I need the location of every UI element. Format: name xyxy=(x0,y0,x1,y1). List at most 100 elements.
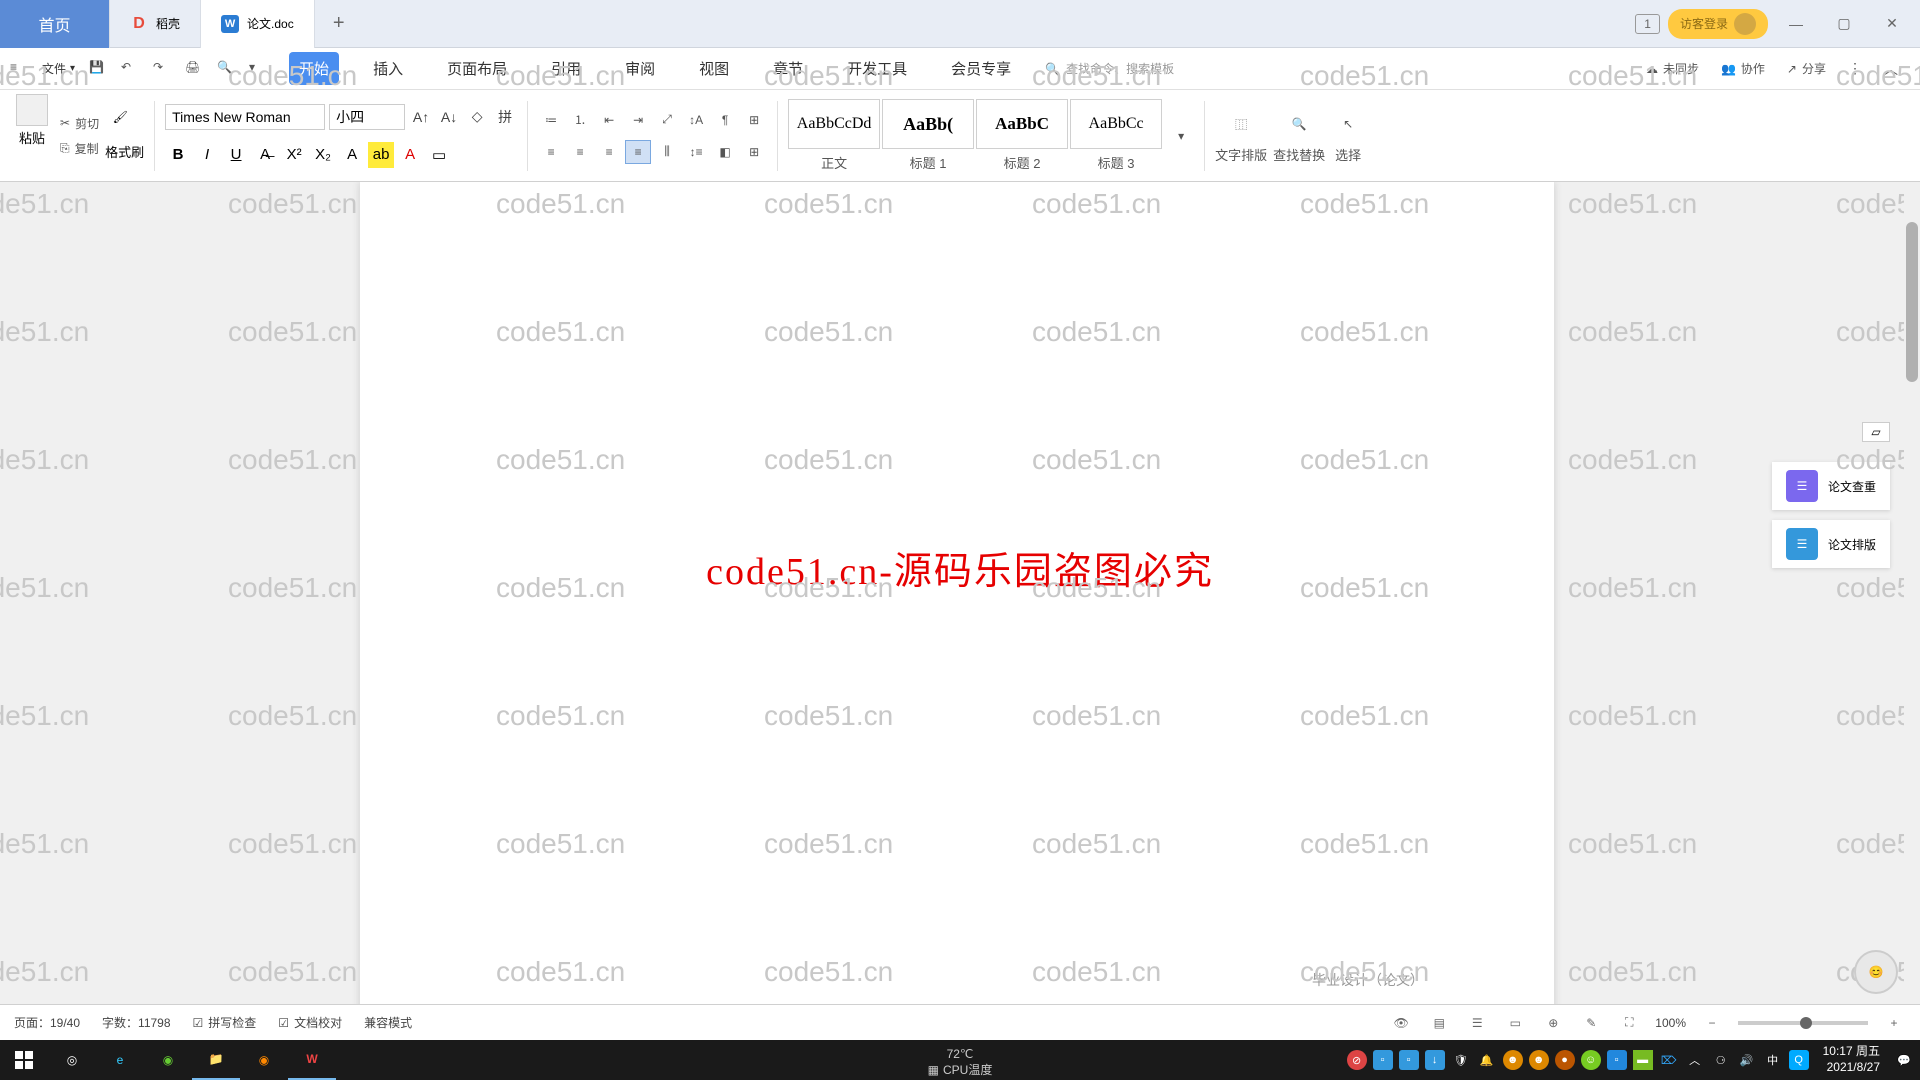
window-count-badge[interactable]: 1 xyxy=(1635,14,1660,34)
tray-icon[interactable]: Q xyxy=(1789,1050,1809,1070)
start-button[interactable] xyxy=(0,1040,48,1080)
show-marks-button[interactable]: ⊞ xyxy=(741,108,767,132)
collab-button[interactable]: 👥协作 xyxy=(1721,60,1765,77)
print-icon[interactable]: 🖨 xyxy=(185,60,203,78)
undo-icon[interactable]: ↶ xyxy=(121,60,139,78)
text-layout-button[interactable]: ⿲ 文字排版 xyxy=(1215,107,1267,164)
zoom-slider[interactable] xyxy=(1738,1021,1868,1025)
preview-icon[interactable]: 🔍 xyxy=(217,60,235,78)
zoom-out-button[interactable]: − xyxy=(1700,1011,1724,1035)
phonetic-icon[interactable]: 拼 xyxy=(493,105,517,129)
bluetooth-icon[interactable]: ⌦ xyxy=(1659,1050,1679,1070)
share-button[interactable]: ↗分享 xyxy=(1787,60,1826,77)
align-left-button[interactable]: ≡ xyxy=(538,140,564,164)
app-icon[interactable]: ◉ xyxy=(240,1040,288,1080)
ie-icon[interactable]: e xyxy=(96,1040,144,1080)
eye-icon[interactable]: 👁 xyxy=(1389,1011,1413,1035)
subscript-button[interactable]: X₂ xyxy=(310,142,336,168)
style-heading1[interactable]: AaBb( xyxy=(882,99,974,149)
menu-tab-start[interactable]: 开始 xyxy=(289,52,339,85)
menu-tab-reference[interactable]: 引用 xyxy=(541,52,591,85)
copy-button[interactable]: ⎘复制 xyxy=(60,140,99,157)
tab-add-button[interactable]: + xyxy=(315,12,363,35)
style-body[interactable]: AaBbCcDd xyxy=(788,99,880,149)
command-search[interactable]: 🔍 查找命令、搜索模板 xyxy=(1045,60,1174,77)
hamburger-icon[interactable]: ≡ xyxy=(10,60,28,78)
highlight-button[interactable]: ab xyxy=(368,142,394,168)
web-view-icon[interactable]: ⊕ xyxy=(1541,1011,1565,1035)
select-button[interactable]: ↖ 选择 xyxy=(1331,107,1365,164)
ime-indicator[interactable]: 中 xyxy=(1763,1050,1783,1070)
align-center-button[interactable]: ≡ xyxy=(567,140,593,164)
decrease-indent-button[interactable]: ⇤ xyxy=(596,108,622,132)
decrease-font-icon[interactable]: A↓ xyxy=(437,105,461,129)
char-border-button[interactable]: ▭ xyxy=(426,142,452,168)
volume-icon[interactable]: 🔊 xyxy=(1737,1050,1757,1070)
style-heading3[interactable]: AaBbCc xyxy=(1070,99,1162,149)
reading-view-icon[interactable]: ▭ xyxy=(1503,1011,1527,1035)
number-list-button[interactable]: ⒈ xyxy=(567,108,593,132)
wps-icon[interactable]: W xyxy=(288,1040,336,1080)
menu-tab-pagelayout[interactable]: 页面布局 xyxy=(437,52,517,85)
text-effect-button[interactable]: A xyxy=(339,142,365,168)
strikethrough-button[interactable]: A̶ xyxy=(252,142,278,168)
menu-tab-insert[interactable]: 插入 xyxy=(363,52,413,85)
tray-icon[interactable]: ☻ xyxy=(1503,1050,1523,1070)
clock[interactable]: 10:17 周五2021/8/27 xyxy=(1815,1044,1888,1075)
notifications-icon[interactable]: 💬 xyxy=(1894,1050,1914,1070)
tab-daoke[interactable]: D 稻壳 xyxy=(110,0,201,48)
paste-button[interactable]: 粘贴 xyxy=(16,94,48,147)
bold-button[interactable]: B xyxy=(165,142,191,168)
superscript-button[interactable]: X² xyxy=(281,142,307,168)
file-menu[interactable]: 文件 ▾ xyxy=(42,60,75,77)
bullet-list-button[interactable]: ≔ xyxy=(538,108,564,132)
paper-check-button[interactable]: ☰ 论文查重 xyxy=(1772,462,1890,510)
cut-button[interactable]: ✂剪切 xyxy=(60,115,99,132)
clear-format-icon[interactable]: ◇ xyxy=(465,105,489,129)
shading-button[interactable]: ◧ xyxy=(712,140,738,164)
increase-indent-button[interactable]: ⇥ xyxy=(625,108,651,132)
sync-status[interactable]: ☁未同步 xyxy=(1646,60,1699,77)
menu-tab-member[interactable]: 会员专享 xyxy=(941,52,1021,85)
taskview-icon[interactable]: ◎ xyxy=(48,1040,96,1080)
page[interactable]: 毕业设计（论文） xyxy=(360,182,1554,1020)
style-heading2[interactable]: AaBbC xyxy=(976,99,1068,149)
tab-document[interactable]: W 论文.doc xyxy=(201,0,315,48)
word-count[interactable]: 字数：11798 xyxy=(102,1014,170,1031)
wifi-icon[interactable]: ⚆ xyxy=(1711,1050,1731,1070)
line-spacing-button[interactable]: ↕≡ xyxy=(683,140,709,164)
zoom-level[interactable]: 100% xyxy=(1655,1016,1686,1030)
minimize-button[interactable]: — xyxy=(1776,4,1816,44)
close-button[interactable]: ✕ xyxy=(1872,4,1912,44)
redo-icon[interactable]: ↷ xyxy=(153,60,171,78)
zoom-in-button[interactable]: + xyxy=(1882,1011,1906,1035)
menu-tab-view[interactable]: 视图 xyxy=(689,52,739,85)
page-indicator[interactable]: 页面：19/40 xyxy=(14,1014,80,1031)
collapse-ribbon[interactable]: ︿ xyxy=(1884,59,1898,79)
tray-icon[interactable]: ▫ xyxy=(1399,1050,1419,1070)
sort-button[interactable]: ⤢ xyxy=(654,108,680,132)
italic-button[interactable]: I xyxy=(194,142,220,168)
edit-icon[interactable]: ✎ xyxy=(1579,1011,1603,1035)
tray-icon[interactable]: ● xyxy=(1555,1050,1575,1070)
menu-tab-chapter[interactable]: 章节 xyxy=(763,52,813,85)
maximize-button[interactable]: ▢ xyxy=(1824,4,1864,44)
tray-icon[interactable]: ▫ xyxy=(1373,1050,1393,1070)
menu-tab-review[interactable]: 审阅 xyxy=(615,52,665,85)
outline-view-icon[interactable]: ☰ xyxy=(1465,1011,1489,1035)
vertical-scrollbar[interactable] xyxy=(1904,182,1920,1004)
border-button[interactable]: ⊞ xyxy=(741,140,767,164)
browser-icon[interactable]: ◉ xyxy=(144,1040,192,1080)
fit-icon[interactable]: ⛶ xyxy=(1617,1011,1641,1035)
proofread-toggle[interactable]: ☑文档校对 xyxy=(278,1014,342,1031)
styles-more-button[interactable]: ▾ xyxy=(1168,124,1194,148)
align-justify-button[interactable]: ≡ xyxy=(625,140,651,164)
explorer-icon[interactable]: 📁 xyxy=(192,1040,240,1080)
tray-icon[interactable]: ▫ xyxy=(1607,1050,1627,1070)
chevron-up-icon[interactable]: ︿ xyxy=(1685,1050,1705,1070)
tray-icon[interactable]: ⊘ xyxy=(1347,1050,1367,1070)
float-assistant-button[interactable]: 😊 xyxy=(1854,950,1898,994)
line-break-button[interactable]: ¶ xyxy=(712,108,738,132)
save-icon[interactable]: 💾 xyxy=(89,60,107,78)
login-button[interactable]: 访客登录 xyxy=(1668,9,1768,39)
